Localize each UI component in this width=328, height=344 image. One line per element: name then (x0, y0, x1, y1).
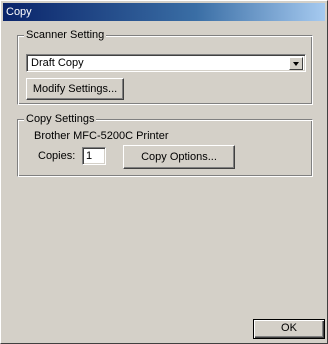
scanner-setting-dropdown[interactable]: Draft Copy (26, 54, 306, 72)
scanner-setting-label: Scanner Setting (24, 28, 107, 42)
ok-button[interactable]: OK (253, 319, 325, 339)
copy-settings-group: Copy Settings Brother MFC-5200C Printer … (17, 112, 313, 177)
window-title: Copy (6, 6, 32, 18)
dropdown-arrow-button[interactable] (289, 57, 303, 70)
modify-settings-button[interactable]: Modify Settings... (26, 78, 124, 100)
scanner-setting-group: Scanner Setting Draft Copy Modify Settin… (17, 28, 313, 105)
copy-options-button[interactable]: Copy Options... (123, 145, 235, 169)
copies-label: Copies: (38, 150, 76, 162)
title-bar[interactable]: Copy (3, 3, 325, 21)
chevron-down-icon (293, 62, 299, 66)
copy-dialog-window: Copy Scanner Setting Draft Copy Modify S… (0, 0, 328, 344)
scanner-setting-selected-value: Draft Copy (31, 57, 84, 69)
copy-settings-label: Copy Settings (24, 112, 97, 126)
copies-input[interactable]: 1 (82, 147, 106, 165)
printer-name: Brother MFC-5200C Printer (34, 130, 169, 142)
